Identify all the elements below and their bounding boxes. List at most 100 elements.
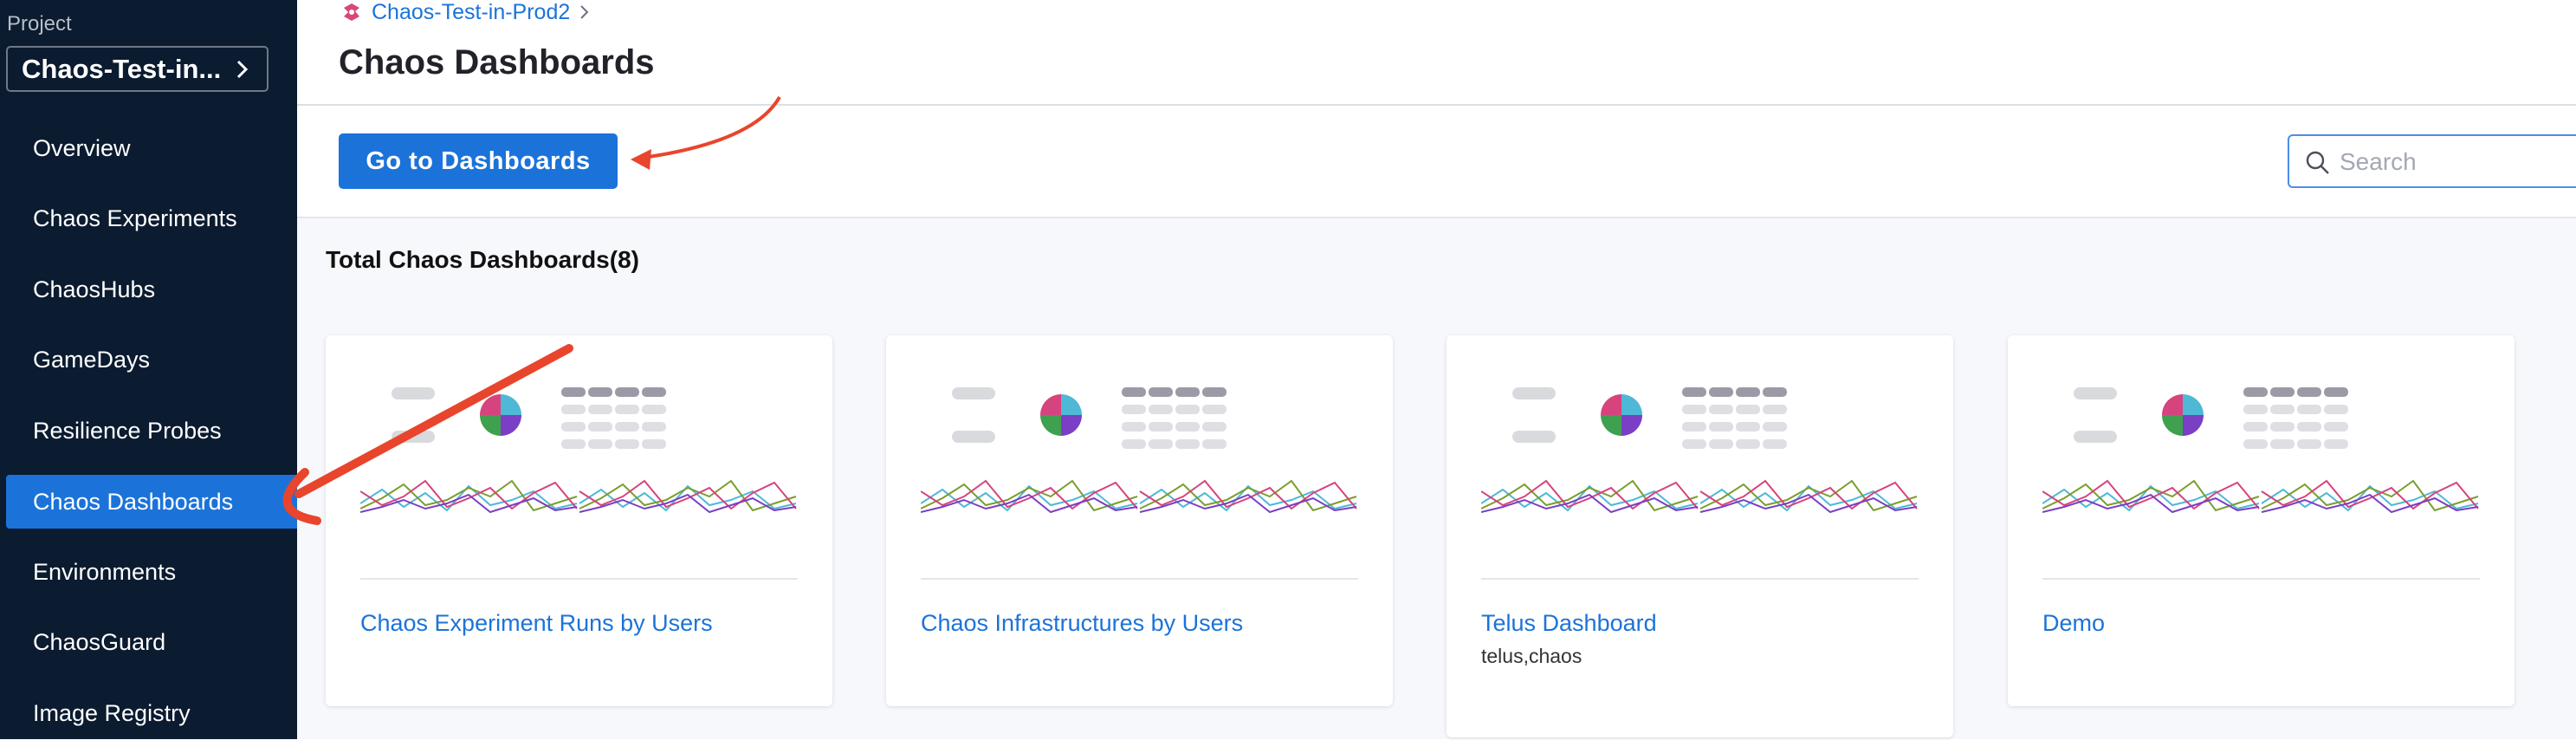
sidebar-item-label: Image Registry: [33, 699, 191, 726]
thumb-table-cell: [1763, 405, 1787, 414]
thumb-placeholder-bar: [952, 387, 995, 399]
thumb-table-cell: [2243, 439, 2268, 449]
thumb-table-cell: [1202, 439, 1227, 449]
thumb-header-cell: [1709, 387, 1733, 397]
thumb-header-cell: [1682, 387, 1706, 397]
sidebar-item-gamedays[interactable]: GameDays: [6, 333, 297, 386]
thumb-table-cell: [1736, 405, 1760, 414]
sidebar-item-resilience-probes[interactable]: Resilience Probes: [6, 404, 297, 458]
thumb-table-cell: [1149, 439, 1173, 449]
dashboard-thumbnail: [1481, 387, 1918, 514]
dashboard-thumbnail: [921, 387, 1357, 514]
thumb-pie-slice: [2162, 415, 2183, 436]
card-divider: [1481, 578, 1919, 580]
thumb-placeholder-bar: [1512, 431, 1556, 443]
page-title: Chaos Dashboards: [339, 43, 655, 81]
thumb-table-cell: [615, 405, 639, 414]
thumb-table-cell: [588, 422, 612, 432]
chevron-right-icon: [580, 5, 589, 19]
thumb-table-cell: [1736, 422, 1760, 432]
thumb-table-cell: [1709, 422, 1733, 432]
thumb-table-cell: [2297, 422, 2321, 432]
project-selector[interactable]: Chaos-Test-in...: [6, 46, 269, 92]
thumb-placeholder-bar: [952, 431, 995, 443]
thumb-header-cell: [615, 387, 639, 397]
thumb-table-cell: [1682, 439, 1706, 449]
thumb-table-cell: [2324, 422, 2348, 432]
sidebar-item-label: Chaos Dashboards: [33, 488, 234, 515]
thumb-header-cell: [1149, 387, 1173, 397]
dashboard-name-link[interactable]: Telus Dashboard: [1481, 610, 1657, 637]
thumb-header-cell: [1763, 387, 1787, 397]
search-input[interactable]: [2340, 145, 2573, 179]
thumb-table-cell: [561, 405, 586, 414]
sidebar-item-label: Chaos Experiments: [33, 204, 237, 231]
go-to-dashboards-button[interactable]: Go to Dashboards: [339, 133, 618, 189]
thumb-pie-slice: [2183, 415, 2204, 436]
thumb-header-cell: [2324, 387, 2348, 397]
thumb-pie-slice: [480, 415, 501, 436]
main-panel: Chaos-Test-in-Prod2 Chaos Dashboards Go …: [297, 0, 2576, 739]
thumb-table-cell: [615, 422, 639, 432]
thumb-header-cell: [588, 387, 612, 397]
thumb-table-cell: [1149, 422, 1173, 432]
thumb-table-cell: [2270, 439, 2294, 449]
thumb-table-cell: [1709, 439, 1733, 449]
dashboard-name-link[interactable]: Chaos Infrastructures by Users: [921, 610, 1243, 637]
sidebar-item-chaos-experiments[interactable]: Chaos Experiments: [6, 191, 297, 245]
thumb-pie-slice: [2183, 394, 2204, 415]
thumb-placeholder-bar: [392, 431, 435, 443]
thumb-pie-slice: [501, 394, 521, 415]
thumb-header-cell: [1202, 387, 1227, 397]
dashboard-name-link[interactable]: Demo: [2042, 610, 2105, 637]
dashboard-card[interactable]: Chaos Infrastructures by Users: [886, 335, 1393, 706]
thumb-table-cell: [1202, 422, 1227, 432]
sidebar-item-chaoshubs[interactable]: ChaosHubs: [6, 263, 297, 316]
thumb-table-cell: [561, 422, 586, 432]
sidebar-item-chaos-dashboards[interactable]: Chaos Dashboards: [6, 475, 297, 529]
thumb-header-cell: [1736, 387, 1760, 397]
sidebar-item-overview[interactable]: Overview: [6, 121, 297, 175]
thumb-table-cell: [1175, 405, 1200, 414]
dashboard-card[interactable]: Chaos Experiment Runs by Users: [326, 335, 832, 706]
thumb-pie-slice: [1621, 394, 1642, 415]
breadcrumb-link[interactable]: Chaos-Test-in-Prod2: [372, 0, 570, 25]
sidebar: Project Chaos-Test-in... Overview Chaos …: [0, 0, 297, 739]
dashboard-card[interactable]: Demo: [2008, 335, 2515, 706]
thumb-table-cell: [1682, 405, 1706, 414]
breadcrumb: Chaos-Test-in-Prod2: [340, 0, 591, 24]
search-box[interactable]: [2288, 134, 2576, 188]
thumb-table-cell: [588, 405, 612, 414]
sidebar-item-label: Environments: [33, 558, 177, 585]
sidebar-item-label: Resilience Probes: [33, 417, 222, 444]
chevron-right-icon: [236, 60, 249, 79]
dashboard-name-link[interactable]: Chaos Experiment Runs by Users: [360, 610, 713, 637]
dashboard-card[interactable]: Telus Dashboard telus,chaos: [1447, 335, 1953, 737]
thumb-table-cell: [1122, 422, 1146, 432]
thumb-table-cell: [2297, 405, 2321, 414]
sidebar-item-image-registry[interactable]: Image Registry: [6, 686, 297, 740]
thumb-table-cell: [642, 439, 666, 449]
thumb-table-cell: [1202, 405, 1227, 414]
thumb-header-cell: [642, 387, 666, 397]
thumb-placeholder-bar: [2074, 387, 2117, 399]
sidebar-item-environments[interactable]: Environments: [6, 545, 297, 599]
thumb-header-cell: [2297, 387, 2321, 397]
search-icon: [2306, 151, 2329, 174]
thumb-placeholder-bar: [392, 387, 435, 399]
thumb-header-cell: [2270, 387, 2294, 397]
thumb-header-cell: [1175, 387, 1200, 397]
thumb-table-cell: [1175, 422, 1200, 432]
thumb-pie-slice: [501, 415, 521, 436]
thumb-header-cell: [2243, 387, 2268, 397]
thumb-placeholder-bar: [1512, 387, 1556, 399]
thumb-pie-slice: [1621, 415, 1642, 436]
thumb-table-cell: [1122, 439, 1146, 449]
chaos-logo-icon: [344, 3, 359, 21]
thumb-table-cell: [1149, 405, 1173, 414]
thumb-table-cell: [1763, 422, 1787, 432]
total-dashboards-title: Total Chaos Dashboards(8): [326, 246, 639, 273]
sidebar-item-chaosguard[interactable]: ChaosGuard: [6, 615, 297, 669]
sidebar-item-label: ChaosHubs: [33, 276, 156, 302]
project-label: Project: [7, 12, 72, 36]
